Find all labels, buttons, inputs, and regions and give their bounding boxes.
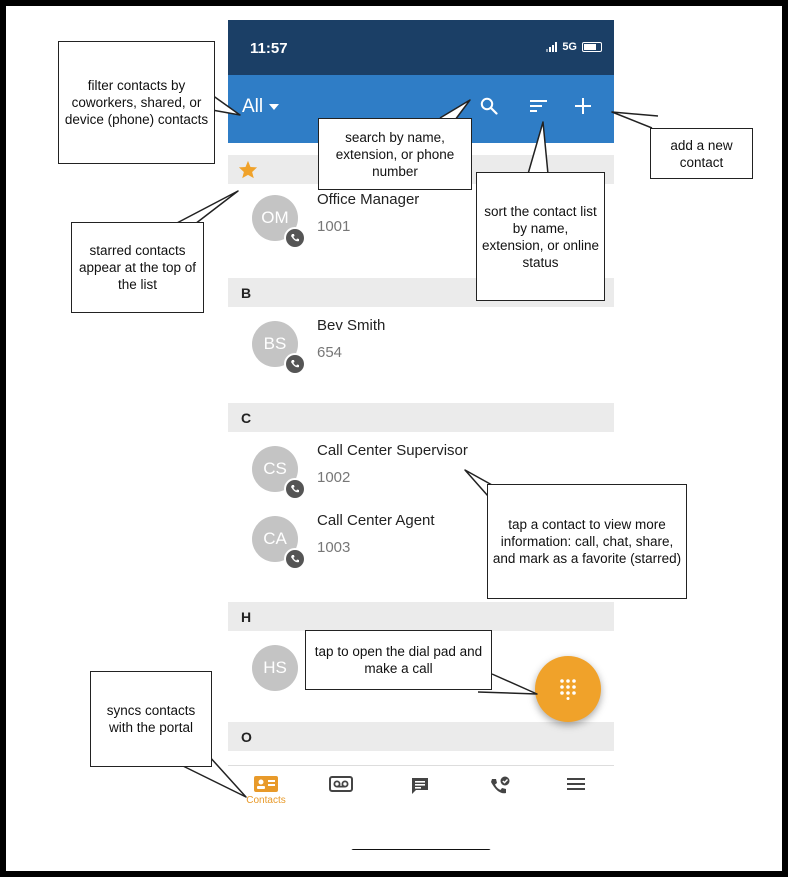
section-letter: C — [241, 410, 252, 426]
callout-filter: filter contacts by coworkers, shared, or… — [58, 41, 215, 164]
calls-tab-icon — [491, 776, 510, 794]
callout-starred: starred contacts appear at the top of th… — [71, 222, 204, 313]
add-icon — [575, 98, 591, 114]
filter-dropdown[interactable]: All — [242, 96, 280, 118]
section-letter: O — [241, 729, 252, 745]
star-icon — [238, 160, 258, 179]
network-label: 5G — [562, 41, 577, 53]
section-letter: H — [241, 609, 252, 625]
tab-menu[interactable] — [546, 776, 606, 820]
contact-name: Office Manager — [317, 191, 420, 208]
tab-chat[interactable] — [390, 776, 450, 820]
contact-name: Call Center Agent — [317, 512, 435, 529]
battery-icon — [582, 42, 602, 52]
contact-extension: 1002 — [317, 469, 351, 486]
tab-calls[interactable] — [470, 776, 530, 820]
contact-extension: 1003 — [317, 539, 351, 556]
status-indicators: 5G — [546, 41, 602, 53]
contact-row[interactable]: BS Bev Smith 654 — [228, 311, 614, 381]
callout-dialpad: tap to open the dial pad and make a call — [305, 630, 492, 690]
callout-sync: syncs contacts with the portal — [90, 671, 212, 767]
section-header: H — [228, 602, 614, 631]
phone-badge-icon — [284, 478, 306, 500]
menu-tab-icon — [567, 778, 585, 790]
phone-badge-icon — [284, 227, 306, 249]
tab-label: Contacts — [246, 795, 286, 806]
phone-badge-icon — [284, 353, 306, 375]
callout-sort: sort the contact list by name, extension… — [476, 172, 605, 301]
voicemail-tab-icon — [329, 776, 353, 792]
sort-button[interactable] — [524, 91, 554, 121]
chevron-down-icon — [269, 104, 280, 110]
callout-add: add a new contact — [650, 128, 753, 179]
dialpad-button[interactable] — [535, 656, 601, 722]
add-contact-button[interactable] — [568, 91, 598, 121]
tab-voicemail[interactable] — [311, 776, 371, 820]
callout-search: search by name, extension, or phone numb… — [318, 118, 472, 190]
search-icon — [480, 97, 498, 115]
search-button[interactable] — [474, 91, 504, 121]
phone-badge-icon — [284, 548, 306, 570]
dialpad-icon — [560, 679, 576, 700]
status-time: 11:57 — [250, 40, 288, 57]
filter-label: All — [242, 96, 264, 117]
home-indicator — [351, 849, 491, 850]
contact-extension: 1001 — [317, 218, 351, 235]
avatar: HS — [252, 645, 298, 691]
contact-name: Call Center Supervisor — [317, 442, 468, 459]
callout-tap-contact: tap a contact to view more information: … — [487, 484, 687, 599]
section-letter: B — [241, 285, 252, 301]
tab-contacts[interactable]: Contacts — [236, 776, 296, 820]
sort-icon — [530, 100, 547, 112]
chat-tab-icon — [412, 778, 428, 794]
contact-name: Bev Smith — [317, 317, 386, 334]
status-bar: 11:57 5G — [228, 20, 614, 75]
bottom-tab-bar: Contacts — [228, 765, 614, 850]
section-header: O — [228, 722, 614, 751]
contact-extension: 654 — [317, 344, 343, 361]
section-header: C — [228, 403, 614, 432]
contacts-tab-icon — [254, 776, 278, 792]
signal-icon — [546, 42, 558, 52]
